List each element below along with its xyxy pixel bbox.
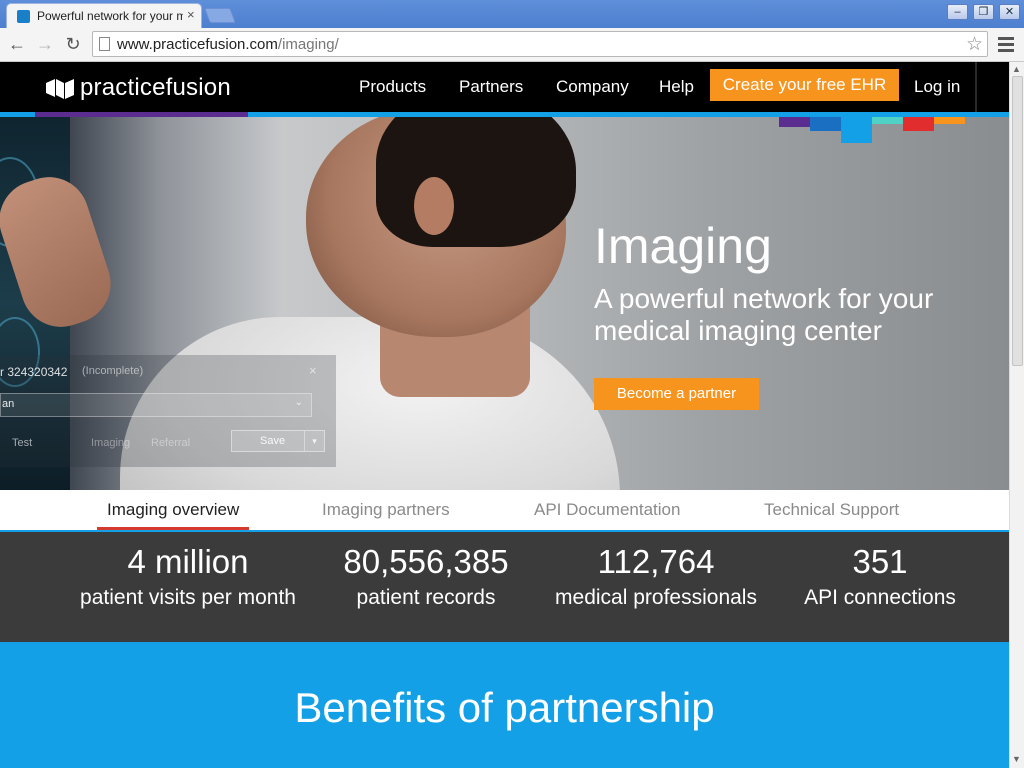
section-tabs: Imaging overview Imaging partners API Do… <box>0 490 1009 532</box>
tab-imaging-partners[interactable]: Imaging partners <box>322 500 450 520</box>
hero-title: Imaging <box>594 218 772 274</box>
stat-label: patient visits per month <box>80 586 296 609</box>
scroll-thumb[interactable] <box>1012 76 1023 366</box>
decor-block-darkblue <box>810 117 841 131</box>
back-icon[interactable]: ← <box>6 33 28 55</box>
decor-block-teal <box>872 117 903 124</box>
stat-label: API connections <box>804 586 956 609</box>
stat-records: 80,556,385 patient records <box>326 542 526 610</box>
bookmark-star-icon[interactable]: ☆ <box>966 33 983 56</box>
page-content: practicefusion Products Partners Company… <box>0 62 1009 768</box>
overlay-tab-referral: Referral <box>151 437 191 449</box>
nav-company[interactable]: Company <box>556 77 629 97</box>
stats-bar: 4 million patient visits per month 80,55… <box>0 532 1009 642</box>
stat-api: 351 API connections <box>790 542 970 610</box>
page-scrollbar[interactable]: ▲ ▼ <box>1009 62 1024 768</box>
browser-tab-bar: Powerful network for your medical imagin… <box>0 0 1024 28</box>
browser-tab[interactable]: Powerful network for your medical imagin… <box>6 3 202 28</box>
nav-help[interactable]: Help <box>659 77 694 97</box>
chevron-down-icon: ⌄ <box>294 397 303 408</box>
scroll-up-icon[interactable]: ▲ <box>1012 64 1021 74</box>
login-link[interactable]: Log in <box>914 77 960 97</box>
overlay-select: an ⌄ <box>0 393 312 417</box>
hero-subtitle: A powerful network for your medical imag… <box>594 283 934 346</box>
ehr-screen-overlay: r 324320342 (Incomplete) × an ⌄ Test Ima… <box>0 355 336 467</box>
overlay-save-label: Save <box>260 435 286 447</box>
overlay-save-button: Save ▾ <box>231 430 325 452</box>
stat-number: 80,556,385 <box>343 543 509 580</box>
url-host: www.practicefusion.com <box>117 36 278 53</box>
reload-icon[interactable]: ↻ <box>62 33 84 55</box>
tab-close-icon[interactable]: × <box>187 7 195 22</box>
stat-visits: 4 million patient visits per month <box>78 542 298 610</box>
decor-block-blue <box>841 117 872 143</box>
nav-divider <box>975 62 977 112</box>
active-tab-indicator <box>97 527 249 530</box>
stat-label: patient records <box>356 586 496 609</box>
overlay-select-value: an <box>2 398 15 410</box>
minimize-button[interactable]: – <box>947 4 968 20</box>
decor-block-purple <box>779 117 810 127</box>
overlay-tab-test: Test <box>12 437 33 449</box>
nav-partners[interactable]: Partners <box>459 77 523 97</box>
tab-technical-support[interactable]: Technical Support <box>764 500 899 520</box>
practicefusion-favicon-icon <box>17 10 30 23</box>
benefits-section: Benefits of partnership <box>0 642 1009 768</box>
caret-down-icon: ▾ <box>304 431 324 451</box>
overlay-patient-id: r 324320342 <box>0 365 68 379</box>
become-partner-button[interactable]: Become a partner <box>594 378 759 410</box>
tab-title: Powerful network for your medical imagin… <box>37 9 183 23</box>
stat-number: 4 million <box>127 543 249 580</box>
decor-block-red <box>903 117 934 131</box>
scroll-down-icon[interactable]: ▼ <box>1012 754 1021 764</box>
tab-api-documentation[interactable]: API Documentation <box>534 500 680 520</box>
doctor-ear-image <box>414 177 454 235</box>
stat-professionals: 112,764 medical professionals <box>546 542 766 610</box>
benefits-title: Benefits of partnership <box>294 684 715 731</box>
url-path: /imaging/ <box>277 36 339 53</box>
page-icon <box>99 37 110 51</box>
hero-banner: r 324320342 (Incomplete) × an ⌄ Test Ima… <box>0 117 1009 490</box>
decor-block-orange <box>934 117 965 124</box>
url-text[interactable]: www.practicefusion.com/imaging/ <box>117 36 339 53</box>
new-tab-button[interactable] <box>204 8 236 23</box>
address-bar[interactable]: www.practicefusion.com/imaging/ ☆ <box>92 31 988 57</box>
overlay-close-icon: × <box>309 363 317 378</box>
site-header: practicefusion Products Partners Company… <box>0 62 1009 112</box>
overlay-status: (Incomplete) <box>82 365 144 377</box>
menu-icon[interactable] <box>998 34 1014 54</box>
forward-icon[interactable]: → <box>34 33 56 55</box>
overlay-tab-imaging: Imaging <box>91 437 131 449</box>
close-window-button[interactable]: ✕ <box>999 4 1020 20</box>
doctor-hair-image <box>376 117 576 247</box>
restore-button[interactable]: ❐ <box>973 4 994 20</box>
logo-text[interactable]: practicefusion <box>80 74 231 102</box>
stat-label: medical professionals <box>555 586 757 609</box>
stat-number: 351 <box>852 543 908 580</box>
browser-toolbar: ← → ↻ www.practicefusion.com/imaging/ ☆ <box>0 28 1024 62</box>
create-free-ehr-button[interactable]: Create your free EHR <box>710 69 899 101</box>
tab-imaging-overview[interactable]: Imaging overview <box>107 500 239 520</box>
practicefusion-logo-icon[interactable] <box>46 77 74 99</box>
nav-products[interactable]: Products <box>359 77 426 97</box>
stat-number: 112,764 <box>597 543 715 580</box>
